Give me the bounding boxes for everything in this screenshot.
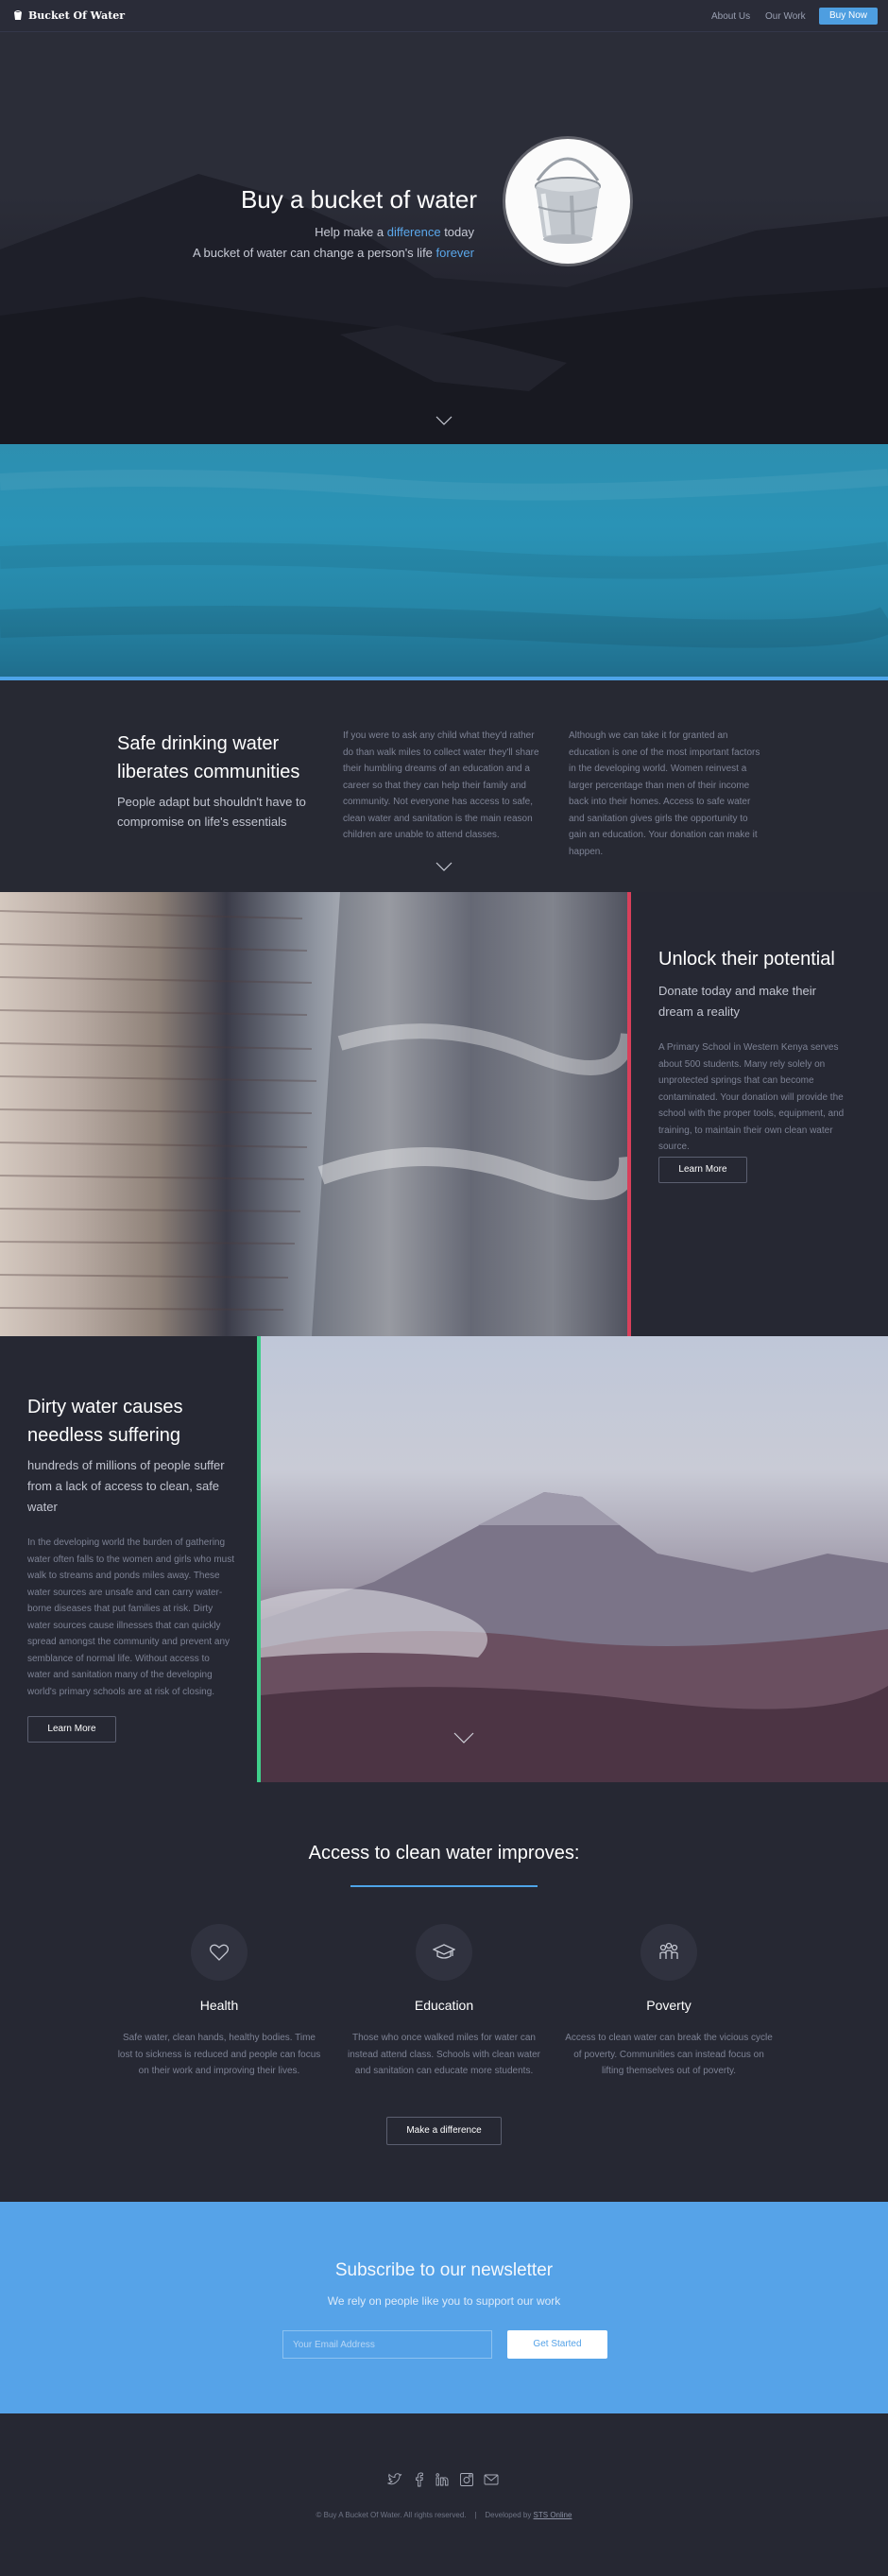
make-a-difference-button[interactable]: Make a difference: [386, 2117, 502, 2145]
education-icon-circle: [416, 1924, 472, 1981]
newsletter-title: Subscribe to our newsletter: [334, 2260, 554, 2280]
feature-title-health: Health: [199, 1998, 239, 2013]
twitter-icon[interactable]: [387, 2472, 402, 2487]
brand-name: Bucket Of Water: [28, 9, 126, 22]
heart-icon: [209, 1944, 230, 1961]
hero-accent-difference: difference: [386, 225, 441, 239]
volcano-landscape-image: [261, 1336, 888, 1782]
feature-body-health: Safe water, clean hands, healthy bodies.…: [117, 2033, 321, 2076]
hero-line-2: A bucket of water can change a person's …: [193, 246, 474, 260]
unlock-subtitle: Donate today and make their dream a real…: [658, 984, 816, 1019]
feature-title-poverty: Poverty: [646, 1998, 692, 2013]
bucket-icon: [14, 10, 22, 20]
buy-now-button[interactable]: Buy Now: [819, 8, 878, 25]
dirty-water-body: In the developing world the burden of ga…: [27, 1537, 234, 1697]
hero-line-1-text: Help make a: [315, 225, 387, 239]
hero-line-2-text: A bucket of water can change a person's …: [192, 246, 436, 260]
scroll-down-chevron-icon[interactable]: [435, 862, 453, 871]
safe-water-column-2: Although we can take it for granted an e…: [569, 730, 760, 857]
dirty-water-learn-more-button[interactable]: Learn More: [27, 1716, 116, 1743]
hero-line-1-end: today: [440, 225, 474, 239]
feature-title-education: Education: [414, 1998, 474, 2013]
get-started-button[interactable]: Get Started: [507, 2330, 607, 2359]
nav-link-our-work[interactable]: Our Work: [765, 11, 806, 22]
bucket-illustration: [535, 157, 601, 244]
instagram-icon[interactable]: [459, 2472, 474, 2487]
access-title-underline: [350, 1885, 538, 1887]
footer: [0, 2413, 888, 2576]
mail-icon[interactable]: [484, 2472, 499, 2487]
bucket-image: [505, 139, 630, 264]
volcano-illustration: [261, 1492, 888, 1782]
top-navbar: Bucket Of Water About Us Our Work Buy No…: [0, 0, 888, 32]
unlock-title: Unlock their potential: [658, 949, 835, 970]
graduation-cap-icon: [433, 1944, 455, 1959]
brand-logo[interactable]: Bucket Of Water: [13, 9, 125, 22]
email-input[interactable]: [282, 2330, 492, 2359]
developer-link[interactable]: STS Online: [534, 2511, 572, 2519]
people-icon: [659, 1942, 678, 1959]
dirty-water-subtitle: hundreds of millions of people suffer fr…: [27, 1458, 225, 1514]
safe-water-subtitle: People adapt but shouldn't have to compr…: [117, 795, 306, 829]
hero-accent-forever: forever: [435, 246, 474, 260]
nav-link-about-us[interactable]: About Us: [711, 11, 750, 22]
wood-planks-illustration: [0, 892, 628, 1336]
footer-text: © Buy A Bucket Of Water. All rights rese…: [0, 2511, 888, 2519]
newsletter-section: [0, 2202, 888, 2413]
health-icon-circle: [191, 1924, 248, 1981]
hero-title: Buy a bucket of water: [240, 185, 477, 214]
water-banner-image: [0, 444, 888, 678]
scroll-down-chevron-icon[interactable]: [435, 416, 453, 425]
hero-line-1: Help make a difference today: [315, 225, 474, 239]
copyright: © Buy A Bucket Of Water. All rights rese…: [316, 2511, 467, 2519]
safe-water-title: Safe drinking water liberates communitie…: [117, 733, 300, 782]
facebook-icon[interactable]: [412, 2472, 427, 2487]
linkedin-icon[interactable]: [435, 2472, 450, 2487]
feature-body-poverty: Access to clean water can break the vici…: [565, 2033, 773, 2076]
footer-separator: |: [474, 2511, 477, 2519]
water-texture: [0, 469, 888, 648]
poverty-icon-circle: [640, 1924, 697, 1981]
dirty-water-title: Dirty water causes needless suffering: [27, 1397, 183, 1446]
unlock-body: A Primary School in Western Kenya serves…: [658, 1042, 845, 1152]
access-title: Access to clean water improves:: [308, 1843, 580, 1863]
unlock-learn-more-button[interactable]: Learn More: [658, 1157, 747, 1183]
wood-and-waves-image: [0, 892, 628, 1336]
feature-body-education: Those who once walked miles for water ca…: [348, 2033, 540, 2076]
newsletter-subtitle: We rely on people like you to support ou…: [327, 2294, 561, 2308]
safe-water-column-1: If you were to ask any child what they'd…: [343, 730, 539, 840]
hero-section: Buy a bucket of water Help make a differ…: [0, 32, 888, 444]
developed-by-label: Developed by: [485, 2511, 534, 2519]
